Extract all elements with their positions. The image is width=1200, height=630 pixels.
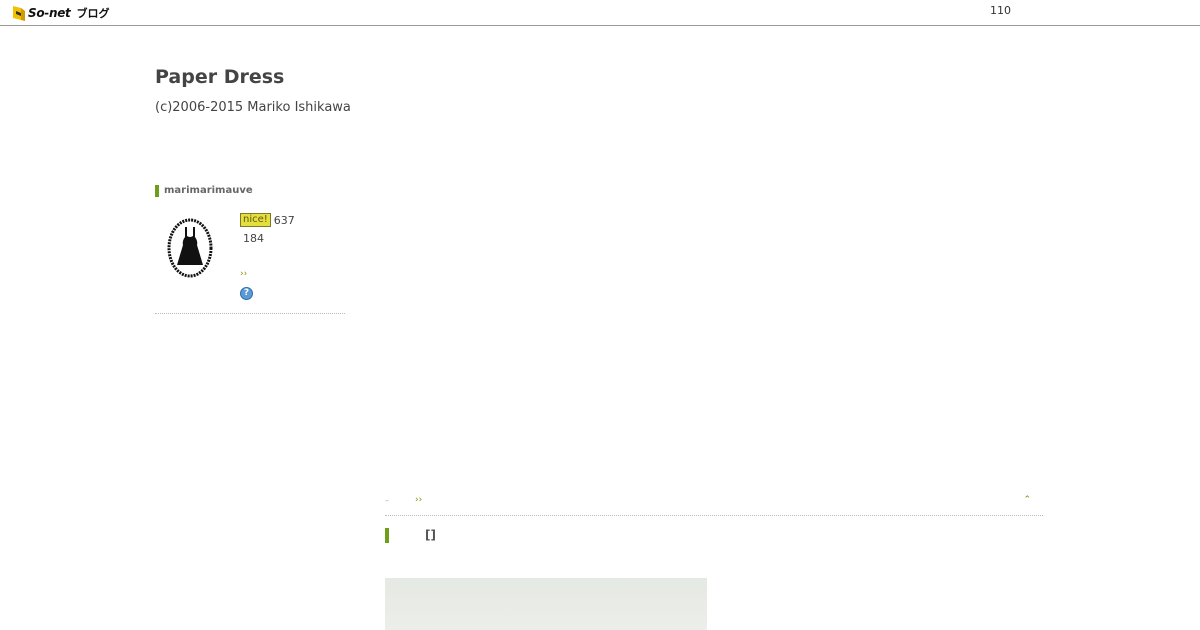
blog-description: (c)2006-2015 Mariko Ishikawa — [155, 100, 351, 115]
nice-row: nice! 637 — [240, 213, 295, 227]
entry-navigation: – ›› ⌃ — [385, 495, 1043, 509]
entry-title[interactable]: [] — [385, 528, 436, 543]
next-entry-link[interactable]: ›› — [415, 495, 422, 505]
follower-count: 184 — [243, 232, 264, 245]
logo-subtext: ブログ — [76, 7, 110, 20]
help-icon[interactable]: ? — [240, 287, 253, 300]
so-net-logo[interactable]: So-net ブログ — [12, 4, 110, 22]
profile-more-link[interactable]: ›› — [240, 269, 247, 279]
page-top-icon[interactable]: ⌃ — [1023, 495, 1031, 505]
so-net-logo-icon — [13, 5, 25, 21]
dress-avatar-icon[interactable] — [166, 217, 214, 279]
profile-heading: marimarimauve — [155, 185, 253, 197]
sidebar-divider — [155, 313, 345, 314]
entry-image[interactable] — [385, 578, 707, 630]
prev-entry-link[interactable]: – — [385, 496, 389, 505]
nice-badge[interactable]: nice! — [240, 213, 271, 227]
top-bar: So-net ブログ 110 — [0, 0, 1200, 26]
main-divider — [385, 515, 1043, 516]
nice-count: 637 — [273, 213, 295, 227]
logo-text: So-net — [28, 6, 71, 20]
header-count[interactable]: 110 — [990, 4, 1011, 17]
blog-title[interactable]: Paper Dress — [155, 66, 284, 88]
